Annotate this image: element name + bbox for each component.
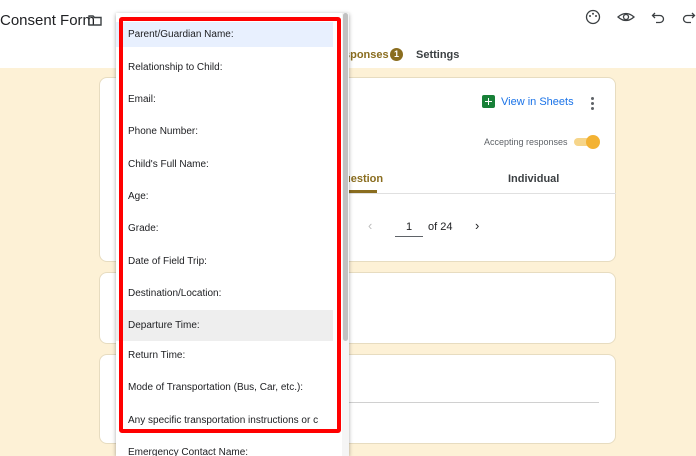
page-total-label: of 24 [428,221,453,233]
responses-count-badge: 1 [390,48,403,61]
sheets-icon [482,95,495,108]
subtab-individual[interactable]: Individual [508,173,559,185]
dropdown-scrollbar[interactable] [342,13,349,456]
folder-icon[interactable] [88,13,102,31]
next-page-icon[interactable]: › [475,218,479,233]
view-in-sheets-label: View in Sheets [501,96,574,108]
tab-responses[interactable]: sponses [344,49,389,61]
page-input-underline [395,236,423,237]
answer-line [344,402,599,403]
redo-icon[interactable] [682,9,696,30]
scrollbar-thumb[interactable] [343,13,348,341]
dropdown-option[interactable]: Emergency Contact Name: [116,440,333,456]
accepting-responses-toggle[interactable] [574,135,600,149]
accepting-responses-label: Accepting responses [484,137,568,147]
more-options-icon[interactable] [591,97,595,112]
palette-icon[interactable] [585,9,601,30]
tab-settings[interactable]: Settings [416,49,459,61]
subtab-question[interactable]: uestion [344,173,383,185]
form-title[interactable]: Consent Form [0,12,95,29]
divider [344,193,616,194]
preview-eye-icon[interactable] [617,9,635,30]
red-highlight-box [119,17,341,433]
previous-page-icon[interactable]: ‹ [368,218,372,233]
undo-icon[interactable] [651,9,665,30]
page-number-input[interactable]: 1 [398,221,420,233]
